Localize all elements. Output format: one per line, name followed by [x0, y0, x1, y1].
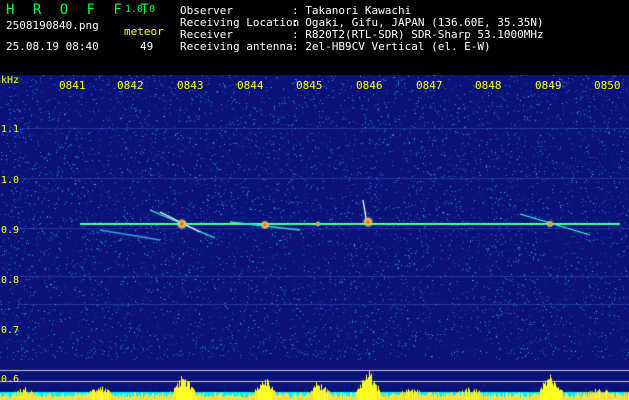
antenna-value: : 2el-HB9CV Vertical (el. E-W)	[292, 40, 491, 53]
time-tick-0850: 0850	[594, 79, 621, 92]
app-version: 1.0.0	[125, 4, 156, 15]
time-tick-0848: 0848	[475, 79, 502, 92]
capture-datetime: 25.08.19 08:40	[6, 40, 99, 53]
antenna-label: Receiving antenna	[180, 40, 293, 53]
time-tick-0847: 0847	[416, 79, 443, 92]
info-header: H R O F F T 1.0.0 2508190840.png meteor …	[0, 0, 629, 72]
freq-tick-1-0: 1.0	[1, 175, 20, 186]
freq-tick-0-7: 0.7	[1, 325, 20, 336]
freq-tick-0-9: 0.9	[1, 225, 20, 236]
freq-unit-label: kHz	[1, 75, 20, 86]
capture-filename: 2508190840.png	[6, 19, 99, 32]
time-tick-0841: 0841	[59, 79, 86, 92]
freq-tick-0-8: 0.8	[1, 275, 20, 286]
spectrogram-canvas	[0, 75, 629, 400]
time-tick-0844: 0844	[237, 79, 264, 92]
freq-tick-1-1: 1.1	[1, 124, 20, 135]
meteor-count-label: meteor	[124, 25, 164, 38]
time-tick-0849: 0849	[535, 79, 562, 92]
time-tick-0842: 0842	[117, 79, 144, 92]
freq-tick-0-6: 0.6	[1, 374, 20, 385]
time-tick-0845: 0845	[296, 79, 323, 92]
meteor-count-value: 49	[140, 40, 154, 53]
time-tick-0846: 0846	[356, 79, 383, 92]
time-tick-0843: 0843	[177, 79, 204, 92]
